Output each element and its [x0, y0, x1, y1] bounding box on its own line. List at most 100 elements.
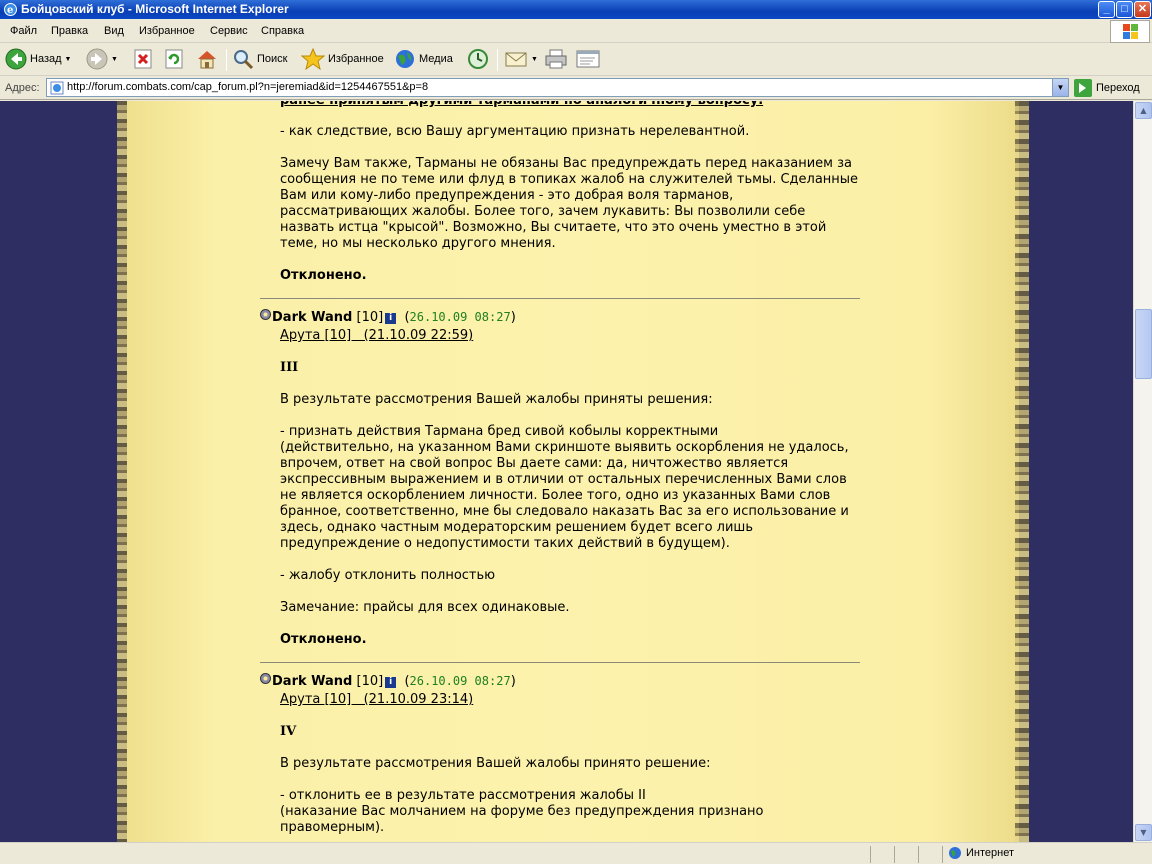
address-url[interactable]: http://forum.combats.com/cap_forum.pl?n=… — [67, 81, 428, 93]
scroll-down-icon[interactable]: ▼ — [1135, 824, 1152, 841]
post-datetime: 26.10.09 08:27 — [409, 310, 511, 324]
vertical-scrollbar[interactable]: ▲ ▼ — [1133, 101, 1152, 842]
verdict: Отклонено. — [280, 632, 367, 647]
window-title: Бойцовский клуб - Microsoft Internet Exp… — [21, 2, 289, 16]
author-name[interactable]: Dark Wand — [272, 310, 352, 325]
back-button[interactable]: Назад ▼ — [5, 47, 71, 71]
media-button[interactable]: Медиа — [394, 47, 453, 71]
status-divider — [918, 846, 919, 863]
go-label: Переход — [1096, 82, 1140, 94]
status-divider — [870, 846, 871, 863]
date-close-paren: ) — [510, 310, 516, 325]
edit-page-icon — [576, 50, 600, 68]
post-text: назвать истца "крысой". Возможно, Вы счи… — [280, 220, 827, 235]
star-icon — [301, 48, 325, 70]
post-heading: III — [280, 360, 299, 375]
status-bar: Интернет — [0, 842, 1152, 864]
refresh-button[interactable] — [164, 47, 184, 71]
post-text: В результате рассмотрения Вашей жалобы п… — [280, 392, 713, 407]
refresh-icon — [165, 49, 183, 69]
page-content[interactable]: ранее принятым другими тарманами по анал… — [0, 101, 1133, 842]
home-button[interactable] — [195, 47, 219, 71]
status-divider — [942, 846, 943, 863]
post-text: - отклонить ее в результате рассмотрения… — [280, 788, 646, 803]
go-button[interactable]: Переход — [1074, 79, 1140, 97]
forward-button[interactable]: ▼ — [86, 47, 118, 71]
minimize-button[interactable]: _ — [1098, 1, 1115, 18]
quoted-post-link[interactable]: Арута [10] (21.10.09 22:59) — [280, 328, 473, 344]
page-icon — [50, 81, 64, 95]
back-dropdown-icon[interactable]: ▼ — [65, 56, 72, 63]
mail-icon — [505, 52, 527, 67]
media-globe-icon — [396, 50, 414, 68]
address-bar: Адрес: http://forum.combats.com/cap_foru… — [0, 76, 1152, 100]
author-level: [10] — [356, 310, 384, 325]
menu-tools[interactable]: Сервис — [210, 25, 248, 37]
author-name[interactable]: Dark Wand — [272, 674, 352, 689]
scroll-thumb[interactable] — [1135, 309, 1152, 379]
windows-flag-icon — [1123, 24, 1138, 39]
home-icon — [198, 51, 216, 69]
ie-icon: e — [4, 3, 17, 16]
post-text: экспрессивным выражением и в отличии от … — [280, 472, 847, 487]
favorites-label: Избранное — [328, 53, 384, 65]
mail-dropdown-icon[interactable]: ▼ — [531, 56, 538, 63]
post-text: - признать действия Тармана бред сивой к… — [280, 424, 719, 439]
post-note: Замечание: прайсы для всех одинаковые. — [280, 600, 570, 615]
edit-button[interactable] — [575, 47, 601, 71]
forward-arrow-icon — [86, 48, 108, 70]
post-heading: IV — [280, 724, 297, 739]
favorites-button[interactable]: Избранное — [301, 47, 384, 71]
post-author-line: Dark Wand [10] i (26.10.09 08:27) — [272, 673, 516, 690]
post-text: Вам или кому-либо предупреждения - это д… — [280, 188, 734, 203]
stop-button[interactable] — [133, 47, 153, 71]
menu-favorites[interactable]: Избранное — [139, 25, 195, 37]
info-icon[interactable]: i — [385, 677, 397, 688]
media-label: Медиа — [419, 53, 453, 65]
quoted-post-link[interactable]: Арута [10] (21.10.09 23:14) — [280, 692, 473, 708]
address-label: Адрес: — [5, 82, 40, 94]
menu-help[interactable]: Справка — [261, 25, 304, 37]
toolbar-separator — [226, 49, 227, 71]
verdict: Отклонено. — [280, 268, 367, 283]
address-input[interactable]: http://forum.combats.com/cap_forum.pl?n=… — [46, 78, 1069, 97]
post-text: Замечу Вам также, Тарманы не обязаны Вас… — [280, 156, 852, 171]
post-text: сообщения не по теме или флуд в топиках … — [280, 172, 859, 187]
maximize-button[interactable]: □ — [1116, 1, 1133, 18]
post-text: здесь, однако частным модераторским реше… — [280, 520, 753, 535]
close-button[interactable]: ✕ — [1134, 1, 1151, 18]
info-icon[interactable]: i — [385, 313, 397, 324]
address-dropdown-icon[interactable]: ▼ — [1052, 79, 1068, 96]
forward-dropdown-icon[interactable]: ▼ — [111, 56, 118, 63]
go-arrow-icon — [1074, 79, 1092, 97]
windows-logo — [1110, 20, 1150, 43]
post-text: - жалобу отклонить полностью — [280, 568, 496, 583]
mail-button[interactable]: ▼ — [504, 47, 538, 71]
post-divider — [260, 662, 860, 663]
toolbar-separator — [497, 49, 498, 71]
printer-icon — [545, 49, 567, 69]
cut-off-line: ранее принятым другими тарманами по анал… — [280, 101, 763, 109]
title-bar[interactable]: e Бойцовский клуб - Microsoft Internet E… — [0, 0, 1152, 19]
print-button[interactable] — [544, 47, 568, 71]
internet-globe-icon — [949, 847, 961, 859]
post-datetime: 26.10.09 08:27 — [409, 674, 511, 688]
menu-file[interactable]: Файл — [10, 25, 37, 37]
author-level: [10] — [356, 674, 384, 689]
post-text: (действительно, на указанном Вами скринш… — [280, 440, 849, 455]
post-text: (наказание Вас молчанием на форуме без п… — [280, 804, 764, 819]
menu-bar: Файл Правка Вид Избранное Сервис Справка — [0, 19, 1152, 43]
menu-view[interactable]: Вид — [104, 25, 124, 37]
gear-icon — [260, 673, 271, 684]
browser-window: e Бойцовский клуб - Microsoft Internet E… — [0, 0, 1152, 864]
menu-edit[interactable]: Правка — [51, 25, 88, 37]
scroll-up-icon[interactable]: ▲ — [1135, 102, 1152, 119]
search-button[interactable]: Поиск — [232, 47, 287, 71]
security-zone: Интернет — [948, 846, 1014, 860]
history-icon — [468, 49, 488, 69]
post-text: - как следствие, всю Вашу аргументацию п… — [280, 124, 750, 139]
post-text: бранное, соответственно, мне бы следовал… — [280, 504, 849, 519]
history-button[interactable] — [466, 47, 490, 71]
stop-icon — [134, 49, 152, 69]
back-arrow-icon — [5, 48, 27, 70]
